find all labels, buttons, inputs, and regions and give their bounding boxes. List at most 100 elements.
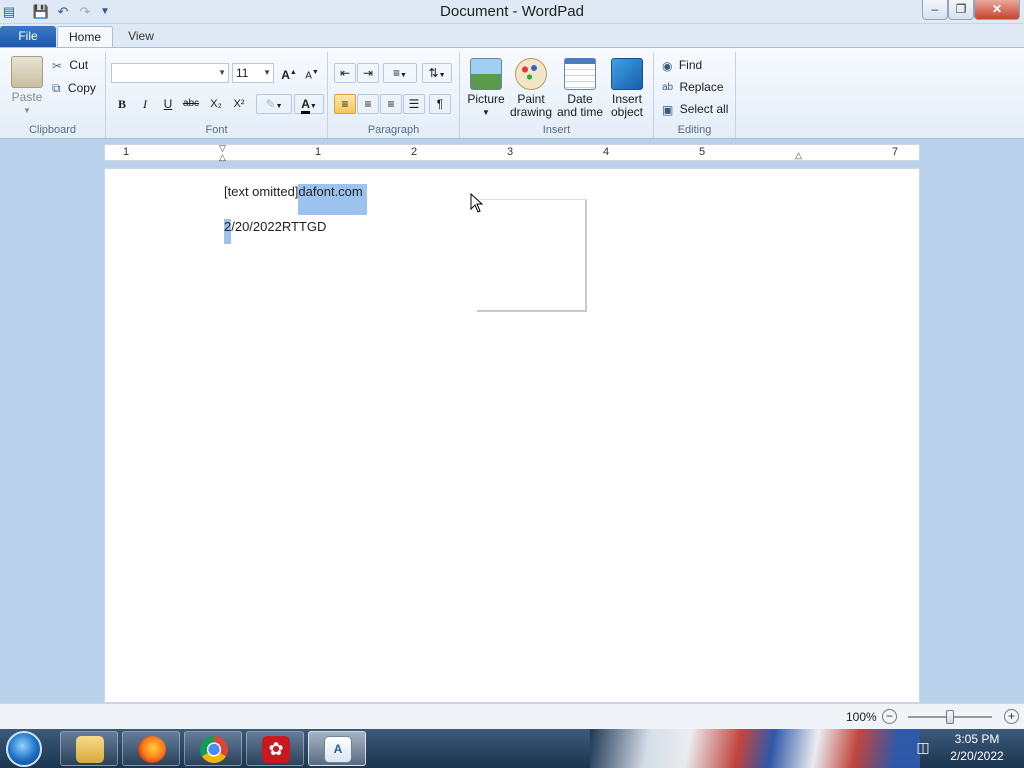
shrink-font-button[interactable]: A▼ xyxy=(301,63,323,83)
justify-button[interactable]: ☰ xyxy=(403,94,425,114)
paragraph-group: ⇤ ⇥ ≡▼ ⇅▼ ≡ ≡ ≡ ☰ ¶ Paragraph xyxy=(328,52,460,138)
find-button[interactable]: ◉ Find xyxy=(662,58,702,73)
ruler-number: 5 xyxy=(699,146,706,158)
line-spacing-button[interactable]: ⇅▼ xyxy=(422,63,452,83)
tab-home[interactable]: Home xyxy=(57,26,113,47)
tab-file[interactable]: File xyxy=(0,26,56,47)
paragraph-group-label: Paragraph xyxy=(367,124,420,136)
chevron-down-icon: ▼ xyxy=(275,103,283,110)
ribbon: Paste ▼ ✂ Cut ⧉ Copy Clipboard ▼ 11 ▼ A▲… xyxy=(0,47,1024,139)
superscript-button[interactable]: X² xyxy=(228,94,250,114)
ruler[interactable]: 1 1 2 3 4 5 7 ▽ △ △ xyxy=(104,143,920,163)
editing-group-label: Editing xyxy=(677,124,712,136)
document-line-1[interactable]: [text omitted]dafont.com xyxy=(224,184,367,215)
highlight-color-button[interactable]: ✎▼ xyxy=(256,94,292,114)
paint-palette-icon xyxy=(515,58,547,90)
align-center-button[interactable]: ≡ xyxy=(357,94,379,114)
desktop-wallpaper xyxy=(590,729,920,768)
insert-group-label: Insert xyxy=(542,124,571,136)
increase-indent-button[interactable]: ⇥ xyxy=(357,63,379,83)
ruler-number: 2 xyxy=(411,146,418,158)
font-color-button[interactable]: A▼ xyxy=(294,94,324,114)
insert-object-button[interactable]: Insert object xyxy=(606,58,648,119)
save-icon[interactable]: 💾 xyxy=(32,3,50,21)
status-bar: 100% − + xyxy=(0,703,1024,729)
editing-group: ◉ Find ab Replace ▣ Select all Editing xyxy=(654,52,736,138)
picture-button[interactable]: Picture ▼ xyxy=(466,58,506,119)
chrome-icon xyxy=(200,736,228,763)
ruler-number: 1 xyxy=(315,146,322,158)
taskbar-chrome[interactable] xyxy=(184,731,242,766)
italic-button[interactable]: I xyxy=(134,94,156,114)
underline-button[interactable]: U xyxy=(157,94,179,114)
customize-toolbar-icon[interactable]: ▼ xyxy=(96,3,114,21)
highlighter-icon: ✎ xyxy=(265,97,276,111)
redo-icon[interactable]: ↷ xyxy=(76,3,94,21)
system-clock[interactable]: 3:05 PM 2/20/2022 xyxy=(940,731,1014,765)
chevron-down-icon: ▼ xyxy=(23,106,31,115)
firefox-icon xyxy=(138,736,166,763)
ribbon-tabs: File Home View ⌃ ? xyxy=(0,24,1024,66)
copy-button[interactable]: ⧉ Copy xyxy=(52,81,96,96)
font-name-combo[interactable]: ▼ xyxy=(111,63,229,83)
paste-button[interactable]: Paste ▼ xyxy=(8,56,46,117)
paint-drawing-button[interactable]: Paint drawing xyxy=(508,58,554,119)
folder-icon xyxy=(76,736,104,763)
picture-icon xyxy=(470,58,502,90)
font-group-label: Font xyxy=(205,124,228,136)
replace-button[interactable]: ab Replace xyxy=(662,80,724,94)
align-left-button[interactable]: ≡ xyxy=(334,94,356,114)
bold-button[interactable]: B xyxy=(111,94,133,114)
document-text: /20/2022RTTGD xyxy=(231,219,327,234)
clock-time: 3:05 PM xyxy=(954,732,1000,746)
zoom-in-button[interactable]: + xyxy=(1004,709,1019,724)
select-all-button[interactable]: ▣ Select all xyxy=(662,102,728,117)
ruler-number: 7 xyxy=(892,146,899,158)
subscript-button[interactable]: X₂ xyxy=(205,94,227,114)
chevron-down-icon: ▼ xyxy=(438,72,446,79)
select-all-icon: ▣ xyxy=(662,102,674,117)
document-text: [text omitted] xyxy=(224,184,299,199)
insert-group: Picture ▼ Paint drawing Date and time In… xyxy=(460,52,654,138)
taskbar-wordpad[interactable]: A xyxy=(308,731,366,766)
wordpad-app-icon[interactable]: ▤ xyxy=(0,3,18,21)
right-indent-marker[interactable]: △ xyxy=(795,150,802,161)
network-icon[interactable]: ◫ xyxy=(914,739,932,757)
align-right-button[interactable]: ≡ xyxy=(380,94,402,114)
copy-icon: ⧉ xyxy=(52,81,61,96)
clipboard-group-label: Clipboard xyxy=(28,124,77,136)
object-icon xyxy=(611,58,643,90)
zoom-out-button[interactable]: − xyxy=(882,709,897,724)
font-size-combo[interactable]: 11 ▼ xyxy=(232,63,274,83)
document-area[interactable]: [text omitted]dafont.com 2/20/2022RTTGD xyxy=(104,168,920,703)
taskbar-firefox[interactable] xyxy=(122,731,180,766)
binoculars-icon: ◉ xyxy=(662,58,673,73)
minimize-button[interactable]: – xyxy=(922,0,948,20)
restore-button[interactable]: ❐ xyxy=(948,0,974,20)
start-button[interactable] xyxy=(6,731,42,767)
taskbar-file-explorer[interactable] xyxy=(60,731,118,766)
zoom-slider-thumb[interactable] xyxy=(946,710,954,724)
clipboard-icon xyxy=(11,56,43,88)
close-button[interactable]: ✕ xyxy=(974,0,1020,20)
paragraph-settings-button[interactable]: ¶ xyxy=(429,94,451,114)
window-title: Document - WordPad xyxy=(440,3,584,20)
adobe-reader-icon: ✿ xyxy=(262,736,290,763)
bullets-button[interactable]: ≡▼ xyxy=(383,63,417,83)
taskbar-adobe-reader[interactable]: ✿ xyxy=(246,731,304,766)
chevron-down-icon: ▼ xyxy=(263,68,271,77)
grow-font-button[interactable]: A▲ xyxy=(278,63,300,83)
selected-text: dafont.com xyxy=(298,184,367,215)
chevron-down-icon: ▼ xyxy=(218,68,226,77)
strikethrough-button[interactable]: abc xyxy=(180,94,202,114)
tab-view[interactable]: View xyxy=(115,26,167,47)
undo-icon[interactable]: ↶ xyxy=(54,3,72,21)
calendar-clock-icon xyxy=(564,58,596,90)
ghost-window-outline xyxy=(477,199,587,312)
title-bar: ▤ 💾 ↶ ↷ ▼ Document - WordPad – ❐ ✕ xyxy=(0,0,1024,24)
cut-button[interactable]: ✂ Cut xyxy=(52,58,88,73)
date-and-time-button[interactable]: Date and time xyxy=(556,58,604,119)
decrease-indent-button[interactable]: ⇤ xyxy=(334,63,356,83)
document-line-2[interactable]: 2/20/2022RTTGD xyxy=(224,219,327,244)
left-indent-marker[interactable]: △ xyxy=(219,152,226,163)
